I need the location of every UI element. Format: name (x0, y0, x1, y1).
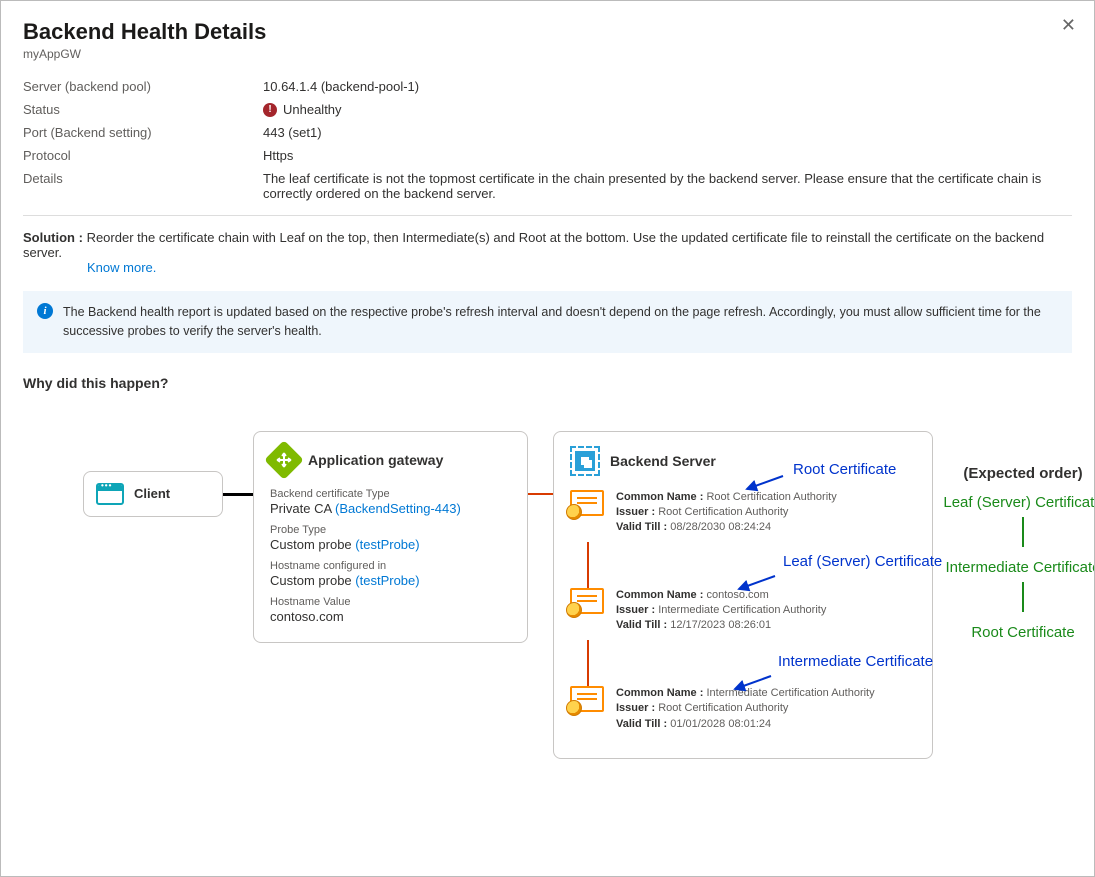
hostname-value: contoso.com (270, 609, 511, 624)
details-label: Details (23, 171, 263, 201)
expected-item: Intermediate Certificate (943, 559, 1095, 576)
cert-row: Common Name : Root Certification Authori… (570, 490, 916, 536)
expected-order: (Expected order) Leaf (Server) Certifica… (943, 465, 1095, 641)
backend-server-box: Backend Server Common Name : Root Certif… (553, 431, 933, 760)
certificate-icon (570, 588, 604, 614)
port-value: 443 (set1) (263, 125, 1072, 140)
hostname-value-label: Hostname Value (270, 596, 511, 608)
backend-health-panel: ✕ Backend Health Details myAppGW Server … (0, 0, 1095, 877)
server-value: 10.64.1.4 (backend-pool-1) (263, 79, 1072, 94)
probe-type-label: Probe Type (270, 524, 511, 536)
protocol-value: Https (263, 148, 1072, 163)
server-icon (570, 446, 600, 476)
client-label: Client (134, 486, 170, 501)
status-value: Unhealthy (263, 102, 1072, 117)
solution-block: Solution : Reorder the certificate chain… (23, 230, 1072, 275)
chain-connector (587, 640, 916, 686)
expected-item: Root Certificate (943, 624, 1095, 641)
client-box: Client (83, 471, 223, 517)
cert-row: Common Name : contoso.com Issuer : Inter… (570, 588, 916, 634)
status-label: Status (23, 102, 263, 117)
hostname-cfg-label: Hostname configured in (270, 560, 511, 572)
certificate-icon (570, 686, 604, 712)
solution-label: Solution : (23, 230, 83, 245)
chain-connector (587, 542, 916, 588)
hostname-cfg-value: Custom probe (testProbe) (270, 573, 511, 588)
page-title: Backend Health Details (23, 19, 1072, 45)
server-label: Server (backend pool) (23, 79, 263, 94)
server-title: Backend Server (610, 453, 716, 469)
probe-link-1[interactable]: (testProbe) (355, 537, 419, 552)
info-text: The Backend health report is updated bas… (63, 303, 1058, 341)
details-table: Server (backend pool) 10.64.1.4 (backend… (23, 79, 1072, 201)
why-heading: Why did this happen? (23, 375, 1072, 391)
info-banner: i The Backend health report is updated b… (23, 291, 1072, 353)
port-label: Port (Backend setting) (23, 125, 263, 140)
application-gateway-box: Application gateway Backend certificate … (253, 431, 528, 643)
status-text: Unhealthy (283, 102, 342, 117)
connector-client-agw (223, 493, 253, 496)
know-more-link[interactable]: Know more. (87, 260, 156, 275)
browser-icon (96, 483, 124, 505)
probe-link-2[interactable]: (testProbe) (355, 573, 419, 588)
diagram: Client Application gateway Backend certi… (23, 421, 1072, 841)
cert-type-label: Backend certificate Type (270, 488, 511, 500)
info-icon: i (37, 303, 53, 319)
cert-row: Common Name : Intermediate Certification… (570, 686, 916, 732)
cert-type-value: Private CA (BackendSetting-443) (270, 501, 511, 516)
probe-type-value: Custom probe (testProbe) (270, 537, 511, 552)
resource-name: myAppGW (23, 47, 1072, 61)
details-value: The leaf certificate is not the topmost … (263, 171, 1072, 201)
protocol-label: Protocol (23, 148, 263, 163)
certificate-icon (570, 490, 604, 516)
divider (23, 215, 1072, 216)
backend-setting-link[interactable]: (BackendSetting-443) (335, 501, 461, 516)
expected-title: (Expected order) (943, 465, 1095, 482)
expected-connector (1022, 517, 1024, 547)
expected-connector (1022, 582, 1024, 612)
solution-text: Reorder the certificate chain with Leaf … (23, 230, 1044, 260)
app-gateway-icon (264, 440, 304, 480)
expected-item: Leaf (Server) Certificate (943, 494, 1095, 511)
connector-agw-server (528, 493, 553, 495)
agw-title: Application gateway (308, 452, 443, 468)
close-icon[interactable]: ✕ (1061, 15, 1076, 36)
unhealthy-icon (263, 103, 277, 117)
